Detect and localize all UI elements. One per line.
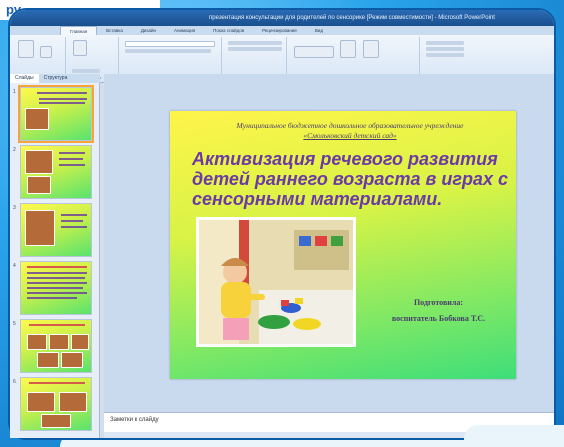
current-slide[interactable]: Муниципальное бюджетное дошкольное образ… [170,111,516,379]
tab-home[interactable]: Главная [60,26,98,35]
find-button[interactable] [426,41,464,45]
tab-design[interactable]: Дизайн [132,26,165,35]
slide-thumbnail-row[interactable]: 1 [10,85,99,145]
select-button[interactable] [426,53,464,57]
arrange-icon[interactable] [340,40,357,58]
tab-outline[interactable]: Структура [39,74,73,83]
slide-number: 6 [13,379,16,385]
slides-pane: 1 2 3 4 5 6 [10,83,100,438]
slide-thumbnail[interactable] [20,319,92,373]
slide-number: 4 [13,263,16,269]
paste-icon[interactable] [18,40,34,58]
institution-line-2: «Смольковский детский сад» [303,131,397,140]
list-buttons[interactable] [228,41,282,45]
slide-thumbnail-row[interactable]: 6 [10,377,99,435]
slide-number: 3 [13,205,16,211]
prepared-by-label: Подготовила: [413,298,464,307]
author-block[interactable]: Подготовила: воспитатель Бобкова Т.С. [366,295,511,327]
decorative-corner [464,425,564,447]
slide-thumbnail-row[interactable]: 2 [10,145,99,203]
replace-button[interactable] [426,47,464,51]
institution-line-1: Муниципальное бюджетное дошкольное образ… [236,121,464,130]
notes-placeholder: Заметки к слайду [110,417,159,423]
align-buttons[interactable] [228,47,282,51]
thumbnail-photo [25,150,53,174]
slide-number: 2 [13,147,16,153]
thumbnail-photo [27,176,51,194]
slide-thumbnail-row[interactable]: 3 [10,203,99,261]
thumbnail-photo [25,210,55,246]
photo-child-playing [199,220,353,344]
slide-number: 5 [13,321,16,327]
new-slide-icon[interactable] [73,40,87,56]
slide-title[interactable]: Активизация речевого развития детей ранн… [192,149,512,209]
author-name: воспитатель Бобкова Т.С. [391,314,486,323]
tab-animation[interactable]: Анимация [165,26,204,35]
window-title: презентация консультации для родителей п… [10,10,554,26]
cut-icon[interactable] [40,46,53,58]
thumbnail-photo [25,108,49,130]
slide-thumbnail[interactable] [20,261,92,315]
slide-photo[interactable] [196,217,356,347]
slide-canvas: Муниципальное бюджетное дошкольное образ… [104,74,554,412]
slide-number: 1 [13,89,16,95]
photo-illustration [199,220,353,344]
font-name-field[interactable] [125,41,215,47]
tab-view[interactable]: Вид [306,26,332,35]
tab-slideshow[interactable]: Показ слайдов [204,26,253,35]
tab-review[interactable]: Рецензирование [253,26,306,35]
slide-thumbnail-row[interactable]: 4 [10,261,99,319]
tab-slides[interactable]: Слайды [10,74,39,83]
quick-styles-icon[interactable] [362,40,379,58]
slide-thumbnail[interactable] [18,85,94,143]
slide-thumbnail[interactable] [20,377,92,431]
slide-thumbnail[interactable] [20,145,92,199]
tab-insert[interactable]: Вставка [97,26,132,35]
ribbon-tabs: Главная Вставка Дизайн Анимация Показ сл… [10,26,554,35]
slide-thumbnail[interactable] [20,203,92,257]
slides-pane-tabs: Слайды Структура [10,74,100,83]
institution-text[interactable]: Муниципальное бюджетное дошкольное образ… [190,121,510,141]
slide-thumbnail-row[interactable]: 5 [10,319,99,377]
shapes-gallery[interactable] [294,46,334,58]
font-format-buttons[interactable] [125,49,211,53]
